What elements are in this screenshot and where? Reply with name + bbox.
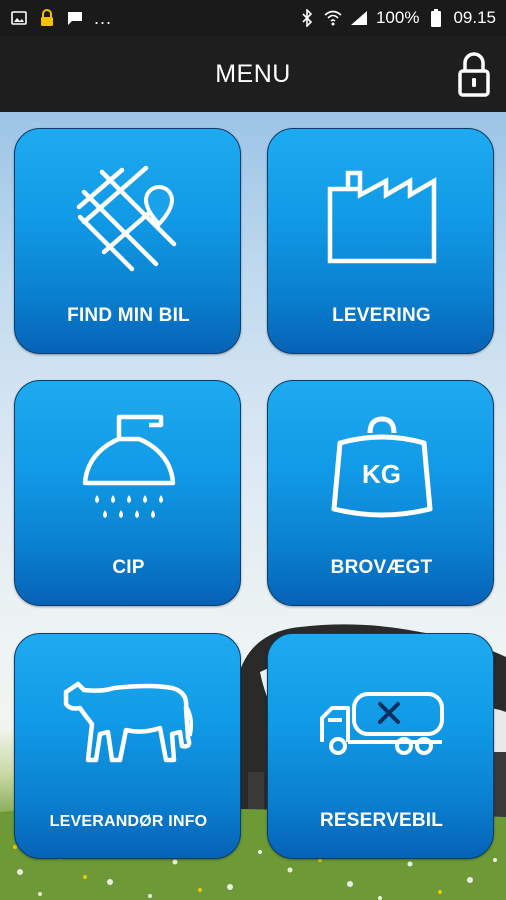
tile-label: CIP [112, 557, 145, 578]
tile-find-min-bil[interactable]: FIND MIN BIL [14, 128, 241, 354]
cow-icon [63, 681, 193, 763]
tile-cip[interactable]: CIP [14, 380, 241, 606]
page-title: MENU [215, 59, 291, 88]
map-pin-icon [76, 165, 176, 272]
tanker-truck-icon [319, 692, 444, 755]
status-bar-right: 100% 09.15 [298, 8, 496, 28]
image-icon [10, 9, 28, 27]
tile-leverandor-info[interactable]: LEVERANDØR INFO [14, 633, 241, 859]
tile-label: LEVERANDØR INFO [49, 813, 208, 830]
status-bar-left: ... [10, 9, 112, 27]
weight-kg-text: KG [362, 459, 401, 489]
tile-label: LEVERING [332, 305, 431, 326]
battery-icon [427, 9, 445, 27]
factory-icon [327, 170, 436, 264]
tile-reservebil[interactable]: RESERVEBIL [267, 633, 494, 859]
tile-label: RESERVEBIL [319, 810, 444, 831]
lock-icon [38, 9, 56, 27]
message-icon [66, 9, 84, 27]
battery-percent: 100% [375, 8, 420, 27]
padlock-icon [458, 52, 490, 97]
menu-content: FIND MIN BIL LEVERING CIP KG BROVÆGT LEV… [0, 112, 506, 900]
wifi-icon [324, 9, 342, 27]
shower-icon [82, 414, 175, 518]
tile-levering[interactable]: LEVERING [267, 128, 494, 354]
signal-icon [350, 9, 368, 27]
tile-brovaegt[interactable]: KG BROVÆGT [267, 380, 494, 606]
status-overflow: ... [94, 8, 113, 28]
app-bar: MENU [0, 36, 506, 112]
tile-label: FIND MIN BIL [67, 305, 190, 326]
clock: 09.15 [453, 8, 496, 27]
bluetooth-icon [298, 9, 316, 27]
lock-button[interactable] [454, 49, 494, 99]
status-bar: ... 100% 09.15 [0, 0, 506, 36]
tile-label: BROVÆGT [330, 557, 433, 578]
